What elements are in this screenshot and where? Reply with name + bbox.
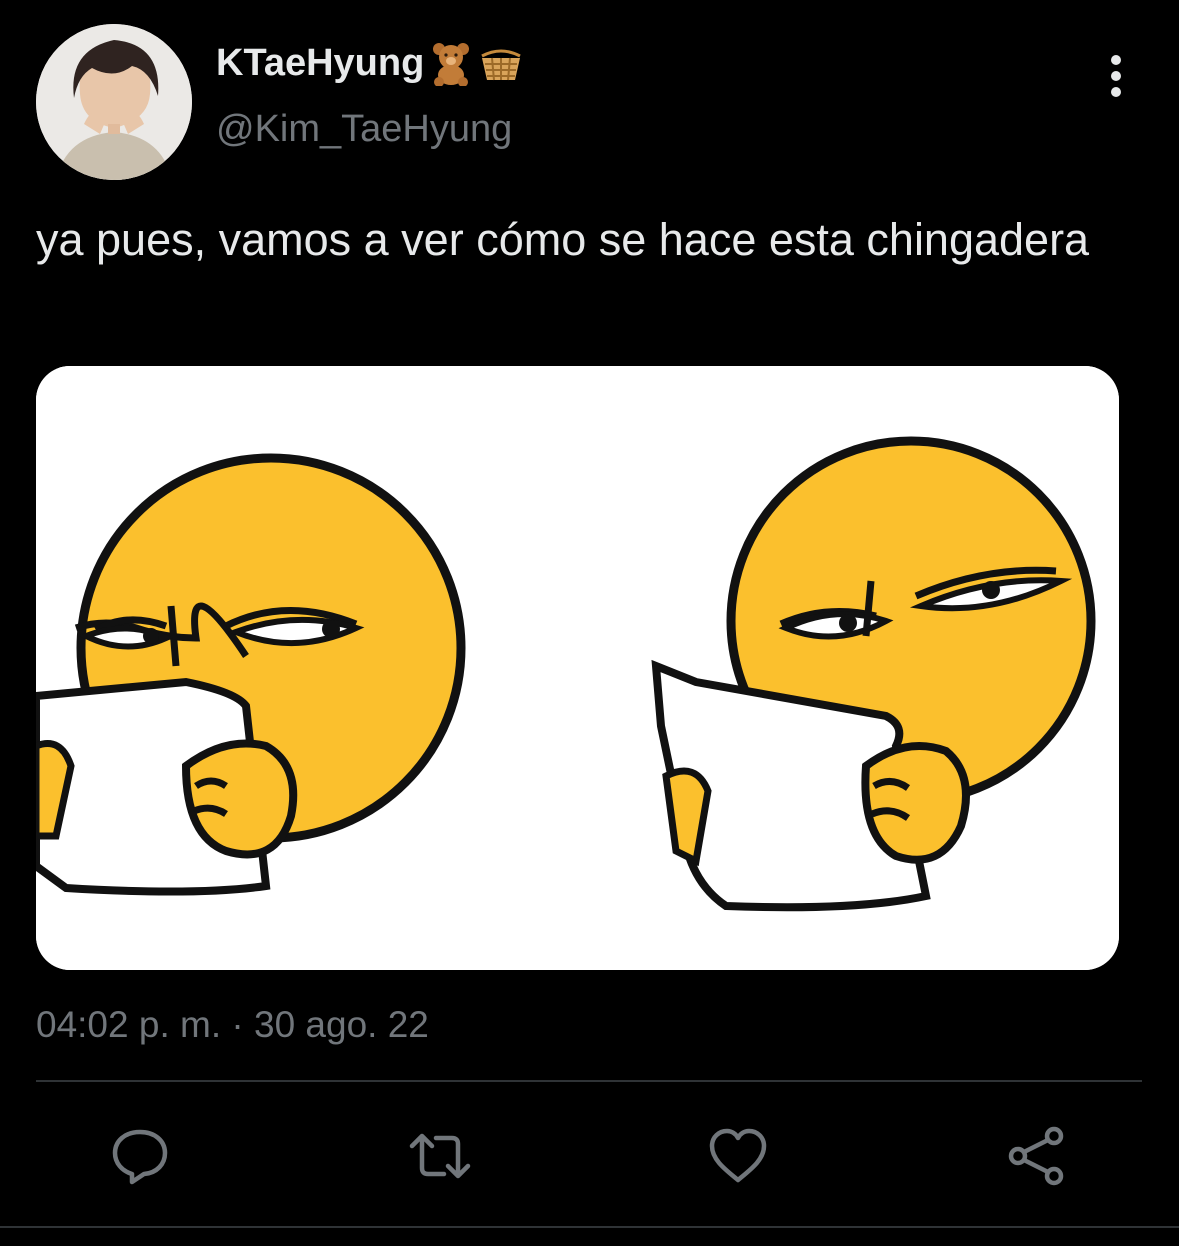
like-button[interactable] bbox=[706, 1126, 770, 1186]
reply-button[interactable] bbox=[108, 1126, 172, 1186]
divider bbox=[0, 1226, 1179, 1228]
more-vertical-icon bbox=[1111, 55, 1121, 97]
basket-icon bbox=[478, 40, 524, 86]
retweet-icon bbox=[409, 1133, 471, 1179]
meme-illustration bbox=[36, 366, 1119, 970]
retweet-button[interactable] bbox=[408, 1126, 472, 1186]
share-button[interactable] bbox=[1004, 1126, 1068, 1186]
tweet-media-image[interactable] bbox=[36, 366, 1119, 970]
author-display-name: KTaeHyung bbox=[216, 41, 425, 84]
more-options-button[interactable] bbox=[1096, 52, 1136, 100]
reply-icon bbox=[112, 1129, 168, 1185]
heart-icon bbox=[709, 1128, 767, 1183]
author-handle[interactable]: @Kim_TaeHyung bbox=[216, 108, 512, 151]
author-name[interactable]: KTaeHyung bbox=[216, 40, 524, 87]
divider bbox=[36, 1080, 1142, 1082]
avatar-photo bbox=[36, 24, 192, 180]
avatar[interactable] bbox=[36, 24, 192, 180]
teddy-bear-icon bbox=[428, 40, 474, 87]
tweet-text: ya pues, vamos a ver cómo se hace esta c… bbox=[36, 214, 1090, 265]
tweet-timestamp[interactable]: 04:02 p. m. · 30 ago. 22 bbox=[36, 1004, 429, 1046]
share-icon bbox=[1008, 1126, 1064, 1186]
